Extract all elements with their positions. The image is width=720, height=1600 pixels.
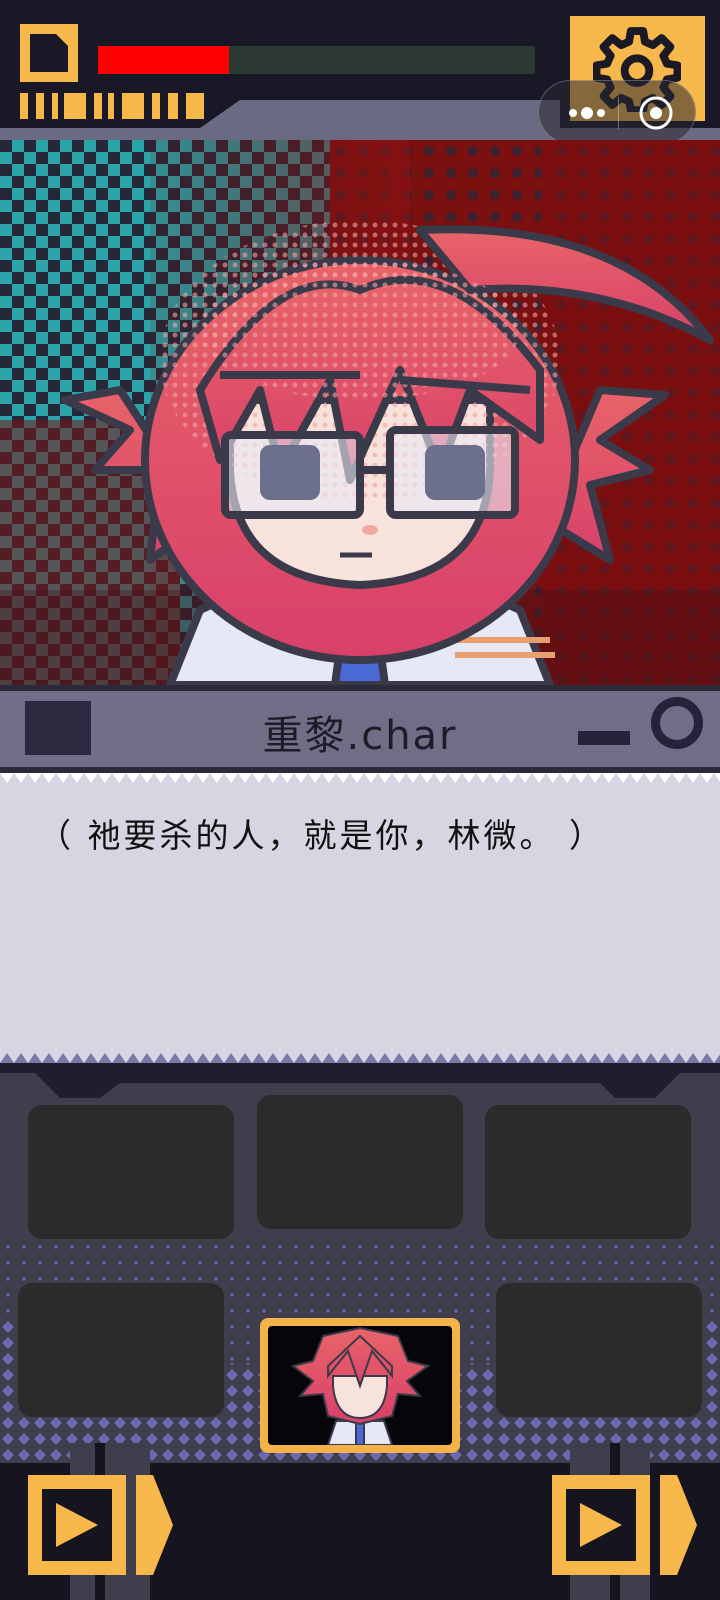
prev-play-button[interactable] — [28, 1475, 173, 1575]
chibi-thumbnail — [290, 1326, 431, 1445]
character-portrait — [0, 140, 720, 685]
target-circle-icon[interactable] — [638, 95, 674, 131]
hud-tick-marks — [20, 93, 204, 119]
more-dots-icon[interactable] — [567, 99, 617, 127]
active-character-slot[interactable] — [260, 1318, 460, 1453]
choice-slot-1[interactable] — [28, 1105, 234, 1239]
speaker-name-bar: 重黎.char — [0, 685, 720, 773]
mini-program-capsule — [538, 80, 696, 144]
top-hud — [0, 0, 720, 144]
hp-bar — [98, 46, 535, 74]
dialogue-box[interactable]: （ 祂要杀的人，就是你，林微。 ） — [0, 773, 720, 1063]
choice-slot-3[interactable] — [485, 1105, 691, 1239]
next-play-button[interactable] — [552, 1475, 697, 1575]
character-scene — [0, 140, 720, 685]
dialogue-text: （ 祂要杀的人，就是你，林微。 ） — [38, 816, 605, 855]
dialogue-top-edge — [0, 773, 720, 783]
file-icon[interactable] — [20, 24, 78, 82]
minimize-dash-icon — [578, 731, 630, 745]
dialogue-bottom-edge — [0, 1053, 720, 1063]
active-character-thumbnail — [268, 1326, 452, 1445]
ring-icon — [651, 697, 703, 749]
choice-slot-2[interactable] — [257, 1095, 463, 1229]
capsule-divider — [618, 97, 619, 129]
hp-bar-fill — [98, 46, 230, 74]
choice-slot-4[interactable] — [18, 1283, 224, 1417]
choice-slot-6[interactable] — [496, 1283, 702, 1417]
